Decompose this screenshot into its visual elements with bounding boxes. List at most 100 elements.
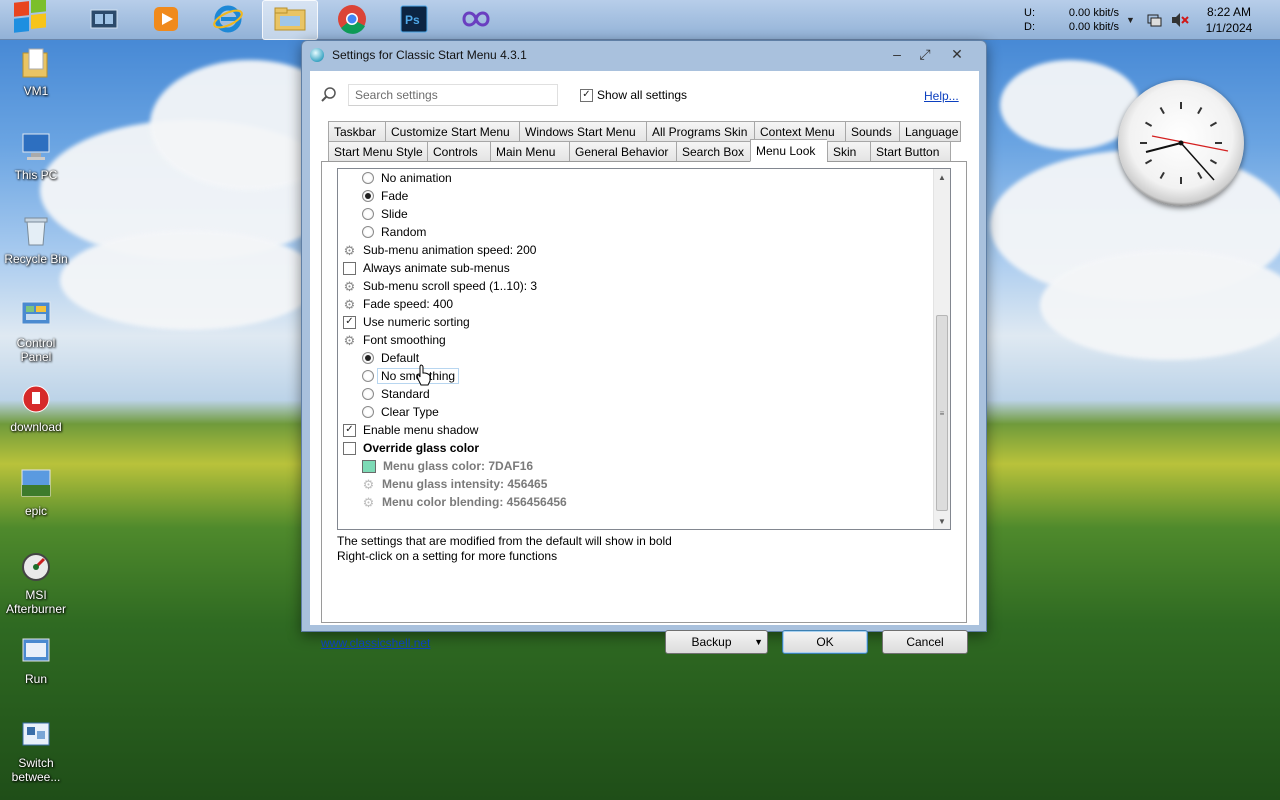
setting-no-smoothing[interactable]: No smoothing [362, 367, 460, 385]
checkbox-unchecked[interactable] [343, 261, 356, 275]
maximize-button[interactable]: ⤢ [914, 45, 936, 63]
radio-button[interactable] [362, 370, 374, 382]
tab-start-menu-style[interactable]: Start Menu Style [328, 141, 427, 162]
checkbox-unchecked[interactable] [343, 441, 356, 455]
desktop-icon-label: Recycle Bin [4, 252, 68, 266]
tab-start-button[interactable]: Start Button [870, 141, 951, 162]
cloud [1040, 250, 1280, 360]
file-explorer-taskbar-button[interactable] [262, 0, 318, 40]
internet-explorer-taskbar-button[interactable] [200, 0, 256, 40]
desktop-icon-msi-afterburner[interactable]: MSI Afterburner [2, 550, 70, 616]
tab-windows-start-menu[interactable]: Windows Start Menu [519, 121, 646, 142]
tab-controls[interactable]: Controls [427, 141, 490, 162]
gear-icon: ⚙ [362, 494, 375, 510]
setting-standard[interactable]: Standard [362, 385, 430, 403]
task-view-taskbar-button[interactable] [76, 0, 132, 40]
desktop-icon-download[interactable]: download [2, 382, 70, 434]
settings-window: Settings for Classic Start Menu 4.3.1 ‒ … [301, 40, 987, 654]
cancel-button[interactable]: Cancel [882, 630, 968, 654]
desktop-icon-switch-windows[interactable]: Switch betwee... [2, 718, 70, 784]
setting-menu-glass-intensity[interactable]: ⚙ Menu glass intensity: 456465 [362, 475, 548, 493]
desktop-icon-recycle-bin[interactable]: Recycle Bin [2, 214, 70, 266]
setting-font-smoothing[interactable]: ⚙ Font smoothing [343, 331, 446, 349]
tab-menu-look[interactable]: Menu Look [750, 139, 827, 162]
setting-fade-speed[interactable]: ⚙ Fade speed: 400 [343, 295, 453, 313]
desktop-icon-label: epic [24, 504, 47, 518]
setting-submenu-scroll-speed[interactable]: ⚙ Sub-menu scroll speed (1..10): 3 [343, 277, 537, 295]
radio-button[interactable] [362, 388, 374, 400]
desktop-icon-label: download [10, 420, 62, 434]
tab-skin[interactable]: Skin [827, 141, 870, 162]
media-player-taskbar-button[interactable] [138, 0, 194, 40]
radio-button[interactable] [362, 226, 374, 238]
tab-general-behavior[interactable]: General Behavior [569, 141, 676, 162]
tab-language[interactable]: Language [899, 121, 961, 142]
backup-button[interactable]: Backup ▼ [665, 630, 768, 654]
desktop-icon-run[interactable]: Run [2, 634, 70, 686]
radio-button[interactable] [362, 406, 374, 418]
checkbox-checked[interactable]: ✓ [343, 423, 356, 437]
classicshell-website-link[interactable]: www.classicshell.net [321, 636, 430, 650]
tab-main-menu[interactable]: Main Menu [490, 141, 569, 162]
search-settings-input[interactable] [348, 84, 558, 106]
tab-sounds[interactable]: Sounds [845, 121, 899, 142]
setting-random[interactable]: Random [362, 223, 426, 241]
menu-look-panel: No animation Fade Slide Random ⚙ Sub-menu… [321, 161, 967, 623]
clock-gadget[interactable] [1118, 80, 1244, 206]
checkbox-checked[interactable]: ✓ [580, 88, 593, 102]
window-titlebar[interactable]: Settings for Classic Start Menu 4.3.1 ‒ … [302, 41, 986, 69]
gear-icon: ⚙ [343, 242, 356, 258]
setting-fade[interactable]: Fade [362, 187, 408, 205]
photoshop-taskbar-button[interactable]: Ps [386, 0, 442, 40]
tray-expand-icon[interactable]: ▼ [1126, 15, 1135, 25]
hand-cursor-icon [416, 364, 432, 386]
color-swatch [362, 459, 376, 473]
radio-button[interactable] [362, 172, 374, 184]
radio-button-selected[interactable] [362, 352, 374, 364]
settings-scrollbar[interactable]: ▲ ≡ ▼ [933, 169, 950, 529]
tab-taskbar[interactable]: Taskbar [328, 121, 385, 142]
setting-always-animate-submenus[interactable]: Always animate sub-menus [343, 259, 510, 277]
setting-menu-color-blending[interactable]: ⚙ Menu color blending: 456456456 [362, 493, 567, 511]
tab-row-bottom: Start Menu Style Controls Main Menu Gene… [328, 139, 951, 162]
upload-value: 0.00 kbit/s [1068, 7, 1119, 19]
volume-muted-icon[interactable] [1171, 12, 1189, 31]
radio-button[interactable] [362, 208, 374, 220]
show-all-settings-checkbox[interactable]: ✓ Show all settings [580, 88, 687, 102]
setting-use-numeric-sorting[interactable]: ✓ Use numeric sorting [343, 313, 470, 331]
tab-customize-start-menu[interactable]: Customize Start Menu [385, 121, 519, 142]
scrollbar-thumb[interactable]: ≡ [936, 315, 948, 511]
visual-studio-taskbar-button[interactable] [448, 0, 504, 40]
setting-no-animation[interactable]: No animation [362, 169, 452, 187]
setting-override-glass-color[interactable]: Override glass color [343, 439, 479, 457]
control-panel-icon [19, 298, 53, 332]
tab-search-box[interactable]: Search Box [676, 141, 750, 162]
taskbar-clock[interactable]: 8:22 AM 1/1/2024 [1200, 4, 1258, 36]
setting-slide[interactable]: Slide [362, 205, 408, 223]
network-tray-icon[interactable] [1147, 12, 1163, 31]
tab-row-top: Taskbar Customize Start Menu Windows Sta… [328, 121, 961, 142]
help-link[interactable]: Help... [924, 89, 959, 103]
close-button[interactable]: ✕ [946, 45, 968, 63]
minimize-button[interactable]: ‒ [886, 45, 908, 63]
desktop-icon-this-pc[interactable]: This PC [2, 130, 70, 182]
desktop-icon-epic[interactable]: epic [2, 466, 70, 518]
start-button[interactable] [2, 0, 62, 40]
checkbox-checked[interactable]: ✓ [343, 315, 356, 329]
radio-button-selected[interactable] [362, 190, 374, 202]
scroll-up-arrow-icon[interactable]: ▲ [934, 169, 950, 185]
setting-menu-glass-color[interactable]: Menu glass color: 7DAF16 [362, 457, 533, 475]
ok-button[interactable]: OK [782, 630, 868, 654]
folder-icon [274, 6, 306, 35]
scroll-down-arrow-icon[interactable]: ▼ [934, 513, 950, 529]
bold-settings-note: The settings that are modified from the … [337, 534, 672, 548]
setting-font-default[interactable]: Default [362, 349, 419, 367]
tab-all-programs-skin[interactable]: All Programs Skin [646, 121, 754, 142]
desktop-icon-control-panel[interactable]: Control Panel [2, 298, 70, 364]
chrome-taskbar-button[interactable] [324, 0, 380, 40]
window-switcher-icon [90, 7, 118, 34]
setting-clear-type[interactable]: Clear Type [362, 403, 439, 421]
setting-enable-menu-shadow[interactable]: ✓ Enable menu shadow [343, 421, 478, 439]
desktop-icon-vm1[interactable]: VM1 [2, 46, 70, 98]
setting-submenu-animation-speed[interactable]: ⚙ Sub-menu animation speed: 200 [343, 241, 537, 259]
